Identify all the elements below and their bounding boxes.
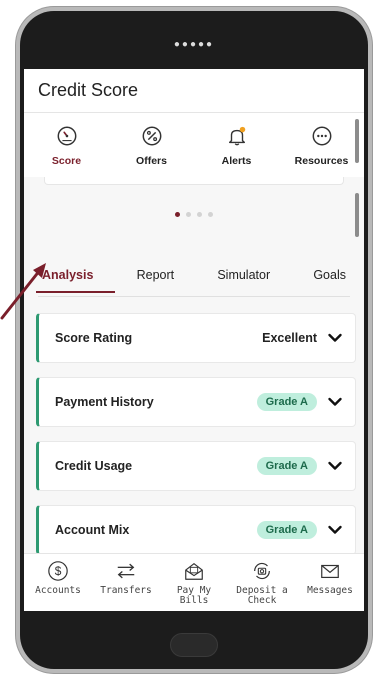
row-account-mix[interactable]: Account Mix Grade A (36, 505, 356, 555)
bell-icon (228, 126, 245, 146)
tab-report[interactable]: Report (133, 265, 179, 292)
row-label: Payment History (55, 395, 154, 409)
row-score-rating[interactable]: Score Rating Excellent (36, 313, 356, 363)
tab-goals[interactable]: Goals (309, 265, 350, 292)
pager-dot[interactable] (208, 212, 213, 217)
dollar-circle-icon: $ (48, 561, 68, 581)
camera-deposit-icon (254, 562, 270, 580)
row-label: Account Mix (55, 523, 130, 537)
row-credit-usage[interactable]: Credit Usage Grade A (36, 441, 356, 491)
tab-analysis[interactable]: Analysis (35, 265, 116, 293)
app-screen: Credit Score Score Offers Alerts Resourc… (24, 69, 364, 611)
bottom-nav-messages[interactable]: Messages (297, 560, 363, 611)
row-payment-history[interactable]: Payment History Grade A (36, 377, 356, 427)
tab-simulator[interactable]: Simulator (213, 265, 274, 292)
percent-icon (142, 126, 161, 146)
bottom-nav-deposit-check[interactable]: Deposit a Check (229, 560, 295, 611)
bottom-nav-pay-bills[interactable]: Pay My Bills (161, 560, 227, 611)
app-header: Credit Score (24, 69, 364, 113)
page-title: Credit Score (38, 80, 139, 100)
home-button[interactable] (170, 633, 218, 657)
volume-up-button (355, 119, 359, 163)
speaker-dots: ●●●●● (173, 39, 215, 50)
bottom-nav: $ Accounts Transfers Pay My Bills Deposi… (24, 553, 364, 611)
phone-bezel: ●●●●● Credit Score Score Offers Alerts R… (20, 11, 368, 669)
score-card-peek (44, 177, 344, 185)
pager-dot-active[interactable] (175, 212, 180, 217)
bottom-nav-label: Deposit a Check (236, 585, 288, 606)
chevron-down-icon[interactable] (327, 394, 343, 410)
top-nav-score[interactable]: Score (30, 125, 104, 167)
grade-badge: Grade A (256, 457, 317, 475)
top-nav-offers[interactable]: Offers (115, 125, 189, 167)
grade-badge: Grade A (256, 521, 317, 539)
grade-badge: Grade A (256, 393, 317, 411)
gauge-icon (57, 126, 76, 146)
bottom-nav-label: Pay My Bills (176, 585, 212, 606)
row-label: Credit Usage (55, 459, 133, 473)
row-label: Score Rating (55, 331, 133, 345)
top-nav-label: Alerts (221, 155, 252, 167)
chevron-down-icon[interactable] (327, 522, 343, 538)
top-nav-label: Offers (136, 155, 167, 167)
top-nav-label: Score (51, 155, 82, 167)
more-icon (312, 126, 331, 146)
top-nav-alerts[interactable]: Alerts (200, 125, 274, 167)
bottom-nav-label: Transfers (100, 585, 152, 596)
bottom-nav-transfers[interactable]: Transfers (93, 560, 159, 611)
pager-dot[interactable] (197, 212, 202, 217)
chevron-down-icon[interactable] (327, 458, 343, 474)
top-nav-resources[interactable]: Resources (285, 125, 359, 167)
top-nav-label: Resources (294, 155, 349, 167)
top-nav: Score Offers Alerts Resources (24, 113, 364, 177)
bottom-nav-accounts[interactable]: $ Accounts (25, 560, 91, 611)
pager-dot[interactable] (186, 212, 191, 217)
svg-text:$: $ (55, 564, 62, 578)
envelope-bill-icon (185, 563, 203, 580)
bottom-nav-label: Messages (307, 585, 353, 596)
swap-arrows-icon (117, 563, 135, 579)
row-value: Excellent (262, 331, 317, 345)
carousel-pager (24, 212, 364, 217)
phone-frame: ●●●●● Credit Score Score Offers Alerts R… (16, 7, 372, 673)
chevron-down-icon[interactable] (327, 330, 343, 346)
mail-icon (321, 564, 339, 579)
bottom-nav-label: Accounts (35, 585, 81, 596)
analysis-tabs: Analysis Report Simulator Goals (35, 265, 350, 297)
volume-down-button (355, 193, 359, 237)
